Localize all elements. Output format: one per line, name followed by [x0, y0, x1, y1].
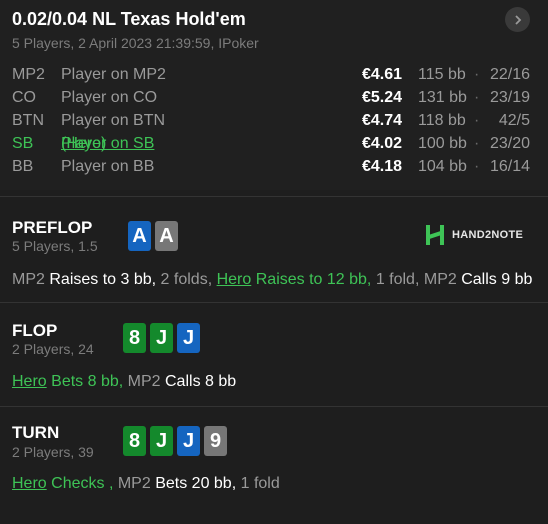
- action-text: Raises to 3 bb,: [49, 271, 157, 288]
- hero-link[interactable]: Hero: [12, 373, 47, 390]
- street-preflop: PREFLOP 5 Players, 1.5 A A MP2 Raises to…: [0, 196, 548, 302]
- card: 8: [123, 426, 146, 456]
- hand2note-logo-icon: [426, 225, 444, 245]
- street-info: 2 Players, 39: [12, 444, 94, 460]
- player-stack: €4.74: [361, 112, 402, 129]
- hand-header: 0.02/0.04 NL Texas Hold'em 5 Players, 2 …: [0, 0, 548, 190]
- player-row-btn[interactable]: BTN Player on BTN €4.74 118 bb · 42/5: [0, 112, 548, 135]
- player-stats: 23/20: [489, 135, 530, 152]
- player-name: Player on CO: [61, 89, 158, 106]
- card: J: [177, 426, 200, 456]
- street-actions: Hero Checks , MP2 Bets 20 bb, 1 fold: [12, 475, 280, 493]
- separator-dot: ·: [474, 112, 480, 129]
- hand2note-logo: HAND2NOTE: [424, 224, 523, 246]
- street-name: FLOP: [12, 321, 58, 340]
- player-stack-bb: 115 bb: [418, 66, 466, 83]
- player-stack: €5.24: [361, 89, 402, 106]
- hero-action: Bets 8 bb,: [51, 373, 124, 390]
- separator-dot: ·: [474, 66, 480, 83]
- hero-action: Checks ,: [51, 475, 114, 492]
- card: J: [177, 323, 200, 353]
- player-stack-bb: 118 bb: [418, 112, 466, 129]
- player-stack-bb: 131 bb: [418, 89, 467, 106]
- card: A: [155, 221, 178, 251]
- next-hand-button[interactable]: [505, 7, 530, 32]
- street-actions: Hero Bets 8 bb, MP2 Calls 8 bb: [12, 373, 236, 391]
- logo-text: HAND2NOTE: [452, 229, 524, 241]
- street-turn: TURN 2 Players, 39 8 J J 9 Hero Checks ,…: [0, 406, 548, 518]
- action-player: MP2: [423, 271, 457, 288]
- hero-action: Raises to 12 bb,: [255, 271, 372, 288]
- street-name: TURN: [12, 423, 60, 442]
- separator-dot: ·: [474, 89, 480, 106]
- hero-link[interactable]: Hero: [217, 271, 252, 288]
- action-text: Calls 8 bb: [165, 373, 237, 390]
- player-row-sb-hero[interactable]: SB Player on SB (Hero) €4.02 100 bb · 23…: [0, 135, 548, 158]
- player-stats: 22/16: [489, 66, 530, 83]
- player-stats: 16/14: [489, 158, 530, 175]
- action-player: MP2: [117, 475, 151, 492]
- player-name: Player on BTN: [61, 112, 166, 129]
- action-text: Bets 20 bb,: [155, 475, 237, 492]
- player-position: BTN: [12, 112, 44, 129]
- players-list: MP2 Player on MP2 €4.61 115 bb · 22/16 C…: [0, 66, 548, 181]
- hero-link[interactable]: Hero: [12, 475, 47, 492]
- action-folds: 2 folds,: [160, 271, 213, 288]
- card: J: [150, 323, 173, 353]
- action-text: Calls 9 bb: [461, 271, 533, 288]
- action-player: MP2: [127, 373, 161, 390]
- card: 9: [204, 426, 227, 456]
- player-stack: €4.61: [361, 66, 402, 83]
- player-stack-bb: 100 bb: [418, 135, 467, 152]
- card: A: [128, 221, 151, 251]
- player-row-mp2[interactable]: MP2 Player on MP2 €4.61 115 bb · 22/16: [0, 66, 548, 89]
- player-stack-bb: 104 bb: [418, 158, 467, 175]
- separator-dot: ·: [474, 158, 480, 175]
- hand-subtitle: 5 Players, 2 April 2023 21:39:59, IPoker: [12, 35, 259, 51]
- street-flop: FLOP 2 Players, 24 8 J J Hero Bets 8 bb,…: [0, 302, 548, 406]
- player-position: SB: [12, 135, 34, 152]
- player-name: Player on BB: [61, 158, 155, 175]
- player-position: MP2: [12, 66, 45, 83]
- street-actions: MP2 Raises to 3 bb, 2 folds, Hero Raises…: [12, 271, 532, 289]
- chevron-right-icon: [514, 14, 521, 25]
- player-stats: 42/5: [498, 112, 530, 129]
- player-stack: €4.18: [361, 158, 402, 175]
- player-position: CO: [12, 89, 36, 106]
- street-name: PREFLOP: [12, 218, 93, 237]
- action-folds: 1 fold: [240, 475, 280, 492]
- player-stats: 23/19: [489, 89, 530, 106]
- street-info: 5 Players, 1.5: [12, 238, 98, 254]
- card: 8: [123, 323, 146, 353]
- player-position: BB: [12, 158, 34, 175]
- card: J: [150, 426, 173, 456]
- player-stack: €4.02: [361, 135, 402, 152]
- player-row-bb[interactable]: BB Player on BB €4.18 104 bb · 16/14: [0, 158, 548, 181]
- hero-tag: (Hero): [61, 135, 107, 152]
- action-player: MP2: [12, 271, 45, 288]
- street-info: 2 Players, 24: [12, 341, 94, 357]
- player-name: Player on MP2: [61, 66, 166, 83]
- hole-cards: A A: [128, 221, 178, 251]
- separator-dot: ·: [474, 135, 480, 152]
- player-row-co[interactable]: CO Player on CO €5.24 131 bb · 23/19: [0, 89, 548, 112]
- board-cards: 8 J J: [123, 323, 200, 353]
- hand-title: 0.02/0.04 NL Texas Hold'em: [12, 9, 246, 29]
- board-cards: 8 J J 9: [123, 426, 227, 456]
- action-folds: 1 fold,: [375, 271, 420, 288]
